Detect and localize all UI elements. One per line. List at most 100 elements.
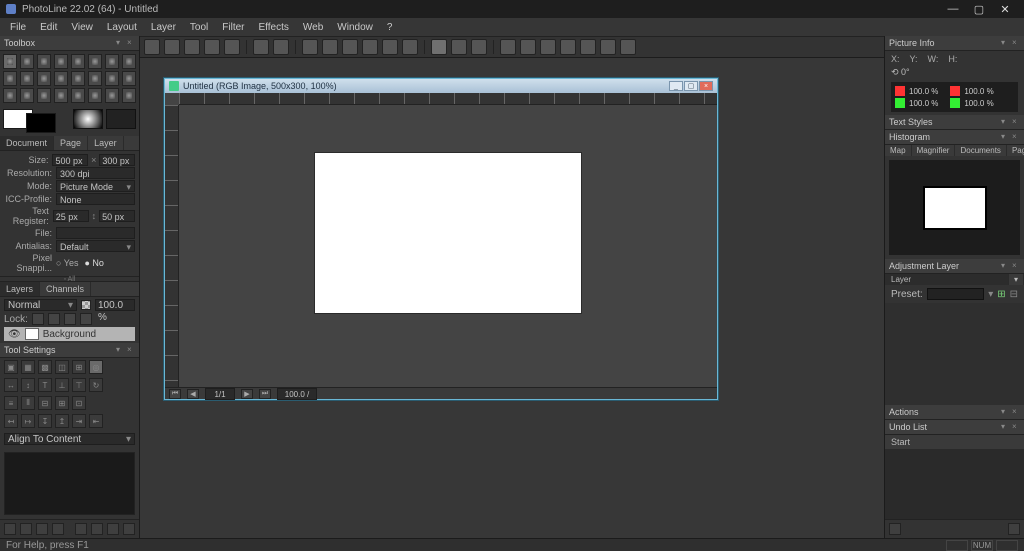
lasso-tool[interactable] bbox=[37, 54, 51, 69]
menu-web[interactable]: Web bbox=[297, 21, 329, 34]
transform-btn[interactable]: ↕ bbox=[21, 378, 35, 392]
preset-add-icon[interactable]: ⊞ bbox=[997, 289, 1005, 300]
spacing-btn[interactable]: ↥ bbox=[55, 414, 69, 428]
align-btn[interactable]: ◎ bbox=[89, 360, 103, 374]
navigator[interactable] bbox=[889, 160, 1020, 255]
menu-filter[interactable]: Filter bbox=[216, 21, 250, 34]
warp-tool[interactable] bbox=[105, 88, 119, 103]
blur-tool[interactable] bbox=[37, 88, 51, 103]
menu-window[interactable]: Window bbox=[331, 21, 379, 34]
tab-document[interactable]: Document bbox=[0, 136, 54, 150]
align-to-select[interactable]: Align To Content bbox=[4, 433, 135, 445]
page-indicator[interactable]: 1/1 bbox=[205, 388, 235, 400]
antialias-select[interactable]: Default bbox=[56, 240, 135, 252]
panel-close-icon[interactable]: × bbox=[127, 39, 135, 47]
align-btn[interactable]: ▩ bbox=[38, 360, 52, 374]
paste-icon[interactable] bbox=[342, 39, 358, 55]
sponge-tool[interactable] bbox=[88, 88, 102, 103]
maximize-button[interactable]: ▢ bbox=[966, 2, 992, 16]
undo-item-start[interactable]: Start bbox=[885, 435, 1024, 449]
distribute-btn[interactable]: ⫴ bbox=[21, 396, 35, 410]
menu-effects[interactable]: Effects bbox=[253, 21, 295, 34]
tab-page[interactable]: Page bbox=[54, 136, 88, 150]
footer-icon[interactable] bbox=[107, 523, 119, 535]
text-register-a[interactable]: 25 px bbox=[53, 210, 89, 222]
document-window-titlebar[interactable]: Untitled (RGB Image, 500x300, 100%) _ ▢ … bbox=[165, 79, 717, 93]
adjust-menu-icon[interactable]: ▾ bbox=[1009, 274, 1024, 285]
curves-icon[interactable] bbox=[520, 39, 536, 55]
path-tool[interactable] bbox=[3, 88, 17, 103]
distribute-btn[interactable]: ⊡ bbox=[72, 396, 86, 410]
export-icon[interactable] bbox=[224, 39, 240, 55]
transform-btn[interactable]: ⊤ bbox=[72, 378, 86, 392]
brush-tool[interactable] bbox=[105, 54, 119, 69]
canvas-viewport[interactable] bbox=[179, 105, 717, 387]
spacing-btn[interactable]: ↧ bbox=[38, 414, 52, 428]
layer-background[interactable]: 👁 Background bbox=[4, 327, 135, 341]
panel-collapse-icon[interactable]: ▾ bbox=[116, 346, 124, 354]
menu-file[interactable]: File bbox=[4, 21, 32, 34]
lock-transparency[interactable] bbox=[32, 313, 44, 325]
doc-minimize-button[interactable]: _ bbox=[669, 81, 683, 91]
transform-btn[interactable]: ↻ bbox=[89, 378, 103, 392]
tab-channels[interactable]: Channels bbox=[40, 282, 91, 296]
transform-btn[interactable]: ⊥ bbox=[55, 378, 69, 392]
zoom-tool[interactable] bbox=[88, 71, 102, 86]
document-window[interactable]: Untitled (RGB Image, 500x300, 100%) _ ▢ … bbox=[164, 78, 718, 400]
close-button[interactable]: ✕ bbox=[992, 2, 1018, 16]
lock-all[interactable] bbox=[80, 313, 92, 325]
doc-close-button[interactable]: × bbox=[699, 81, 713, 91]
align-btn[interactable]: ▣ bbox=[4, 360, 18, 374]
size-width[interactable]: 500 px bbox=[52, 154, 88, 166]
background-color[interactable] bbox=[26, 113, 56, 133]
spacing-btn[interactable]: ⇥ bbox=[72, 414, 86, 428]
rotate-left-icon[interactable] bbox=[362, 39, 378, 55]
spacing-btn[interactable]: ↤ bbox=[4, 414, 18, 428]
histogram-header[interactable]: Histogram ▾× bbox=[885, 130, 1024, 145]
footer-icon[interactable] bbox=[4, 523, 16, 535]
redo-icon[interactable] bbox=[273, 39, 289, 55]
menu-view[interactable]: View bbox=[65, 21, 99, 34]
snap-no-radio[interactable]: ● No bbox=[84, 258, 103, 268]
save-icon[interactable] bbox=[184, 39, 200, 55]
footer-icon[interactable] bbox=[20, 523, 32, 535]
smudge-tool[interactable] bbox=[20, 88, 34, 103]
align-btn[interactable]: ◫ bbox=[55, 360, 69, 374]
footer-icon[interactable] bbox=[75, 523, 87, 535]
fill-tool[interactable] bbox=[20, 71, 34, 86]
spacing-btn[interactable]: ↦ bbox=[21, 414, 35, 428]
transform-btn[interactable]: T bbox=[38, 378, 52, 392]
preset-delete-icon[interactable]: ⊟ bbox=[1010, 289, 1018, 300]
resolution-field[interactable]: 300 dpi bbox=[56, 167, 135, 179]
flip-icon[interactable] bbox=[402, 39, 418, 55]
eraser-tool[interactable] bbox=[71, 71, 85, 86]
flag-icon[interactable] bbox=[620, 39, 636, 55]
line-tool[interactable] bbox=[54, 71, 68, 86]
gradient-map-icon[interactable] bbox=[580, 39, 596, 55]
balance-icon[interactable] bbox=[560, 39, 576, 55]
eyedropper-tool[interactable] bbox=[88, 54, 102, 69]
horizontal-ruler[interactable] bbox=[179, 93, 717, 105]
opacity-field[interactable]: 100.0 % bbox=[95, 299, 135, 311]
footer-icon[interactable] bbox=[91, 523, 103, 535]
icc-field[interactable]: None bbox=[56, 193, 135, 205]
undo-icon[interactable] bbox=[253, 39, 269, 55]
copy-icon[interactable] bbox=[322, 39, 338, 55]
new-icon[interactable] bbox=[144, 39, 160, 55]
preset-save-icon[interactable]: ▾ bbox=[988, 289, 993, 300]
lock-pixels[interactable] bbox=[48, 313, 60, 325]
spacing-btn[interactable]: ⇤ bbox=[89, 414, 103, 428]
burn-tool[interactable] bbox=[71, 88, 85, 103]
distribute-btn[interactable]: ≡ bbox=[4, 396, 18, 410]
align-btn[interactable]: ▦ bbox=[21, 360, 35, 374]
gradient-tool[interactable] bbox=[3, 71, 17, 86]
clone-tool[interactable] bbox=[122, 54, 136, 69]
menu-layer[interactable]: Layer bbox=[145, 21, 182, 34]
threshold-icon[interactable] bbox=[600, 39, 616, 55]
transform-btn[interactable]: ↔ bbox=[4, 378, 18, 392]
panel-collapse-icon[interactable]: ▾ bbox=[1001, 39, 1009, 47]
tab-layer[interactable]: Layer bbox=[88, 136, 124, 150]
next-page-button[interactable]: ▶ bbox=[241, 389, 253, 399]
open-icon[interactable] bbox=[164, 39, 180, 55]
panel-collapse-icon[interactable]: ▾ bbox=[116, 39, 124, 47]
